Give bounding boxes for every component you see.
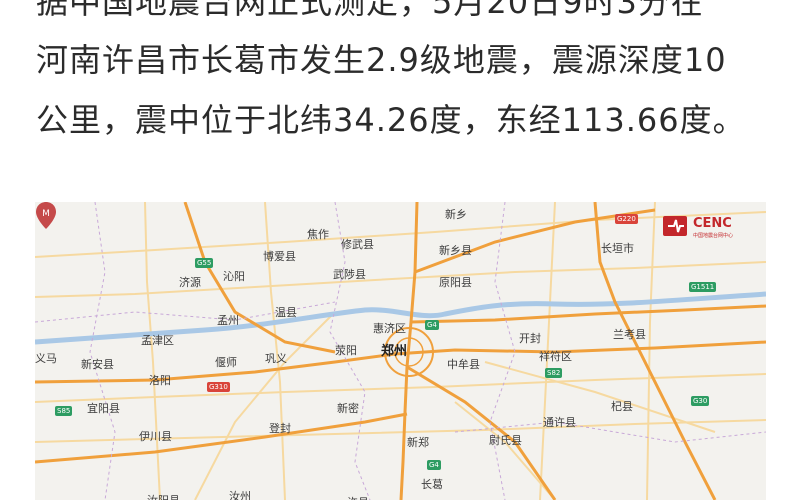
place-label-jiaozuo: 焦作 [307, 228, 329, 241]
road-shield-g4-south: G4 [427, 460, 441, 470]
place-label-wuzhi: 武陟县 [333, 268, 366, 281]
road-shield-g30: G30 [691, 396, 710, 406]
article-text: 据中国地震台网正式测定，5月20日9时3分在 河南许昌市长葛市发生2.9级地震，… [0, 0, 800, 170]
earthquake-location-map[interactable]: CENC 中国地震台网中心 郑州 焦作 修武县 新乡 新乡县 长垣市 博爱县 沁… [35, 202, 766, 500]
place-label-gongyi: 巩义 [265, 352, 287, 365]
place-label-yima: 义马 [35, 352, 57, 365]
place-label-yichuan: 伊川县 [139, 430, 172, 443]
place-label-xuchang: 许昌 [347, 494, 369, 500]
city-label-zhengzhou: 郑州 [381, 344, 408, 359]
place-label-changyuan: 长垣市 [601, 242, 634, 255]
cenc-logo-icon [663, 216, 687, 236]
place-label-yanshi: 偃师 [215, 356, 237, 369]
place-label-xiangfu: 祥符区 [539, 350, 572, 363]
place-label-xinmi: 新密 [337, 402, 359, 415]
place-label-mengjin: 孟津区 [141, 334, 174, 347]
road-shield-s85: S85 [55, 406, 73, 416]
place-label-lankao: 兰考县 [613, 328, 646, 341]
place-label-yuanyang: 原阳县 [439, 276, 472, 289]
place-label-luoyang: 洛阳 [149, 374, 171, 387]
article-line-3: 公里，震中位于北纬34.26度，东经113.66度。 [36, 101, 746, 139]
road-shield-s82: S82 [545, 368, 563, 378]
epicenter-marker[interactable]: M [35, 202, 57, 230]
place-label-qixian: 杞县 [611, 400, 633, 413]
article-line-1: 据中国地震台网正式测定，5月20日9时3分在 [36, 0, 704, 21]
place-label-xinxiang: 新乡 [445, 208, 467, 221]
road-shield-g310: G310 [207, 382, 230, 392]
place-label-xinzheng: 新郑 [407, 436, 429, 449]
road-shield-g4-north: G4 [425, 320, 439, 330]
road-shield-g55: G55 [195, 258, 214, 268]
place-label-kaifeng: 开封 [519, 332, 541, 345]
place-label-weishi: 尉氏县 [489, 434, 522, 447]
place-label-tongxu: 通许县 [543, 416, 576, 429]
cenc-logo-name: CENC [693, 216, 732, 231]
cenc-logo-subtitle: 中国地震台网中心 [693, 233, 734, 239]
place-label-qinyang: 沁阳 [223, 270, 245, 283]
place-label-ruzhou: 汝州 [229, 490, 251, 500]
place-label-ruyang: 汝阳县 [147, 492, 180, 500]
place-label-changge: 长葛 [421, 478, 443, 491]
place-label-huiji: 惠济区 [373, 322, 406, 335]
road-shield-g220: G220 [615, 214, 638, 224]
road-shield-g1511: G1511 [689, 282, 717, 292]
place-label-jiyuan: 济源 [179, 276, 201, 289]
epicenter-marker-label: M [42, 209, 50, 219]
place-label-xiuwu: 修武县 [341, 238, 374, 251]
place-label-xinxiang-county: 新乡县 [439, 244, 472, 257]
place-label-wenxian: 温县 [275, 306, 297, 319]
cenc-logo: CENC 中国地震台网中心 [663, 214, 759, 242]
place-label-xinan: 新安县 [81, 358, 114, 371]
place-label-xingyang: 荥阳 [335, 344, 357, 357]
place-label-dengfeng: 登封 [269, 422, 291, 435]
place-label-boai: 博爱县 [263, 250, 296, 263]
place-label-zhongmu: 中牟县 [447, 358, 480, 371]
place-label-mengzhou: 孟州 [217, 314, 239, 327]
article-line-2: 河南许昌市长葛市发生2.9级地震，震源深度10 [36, 41, 727, 79]
place-label-yiyang: 宜阳县 [87, 402, 120, 415]
